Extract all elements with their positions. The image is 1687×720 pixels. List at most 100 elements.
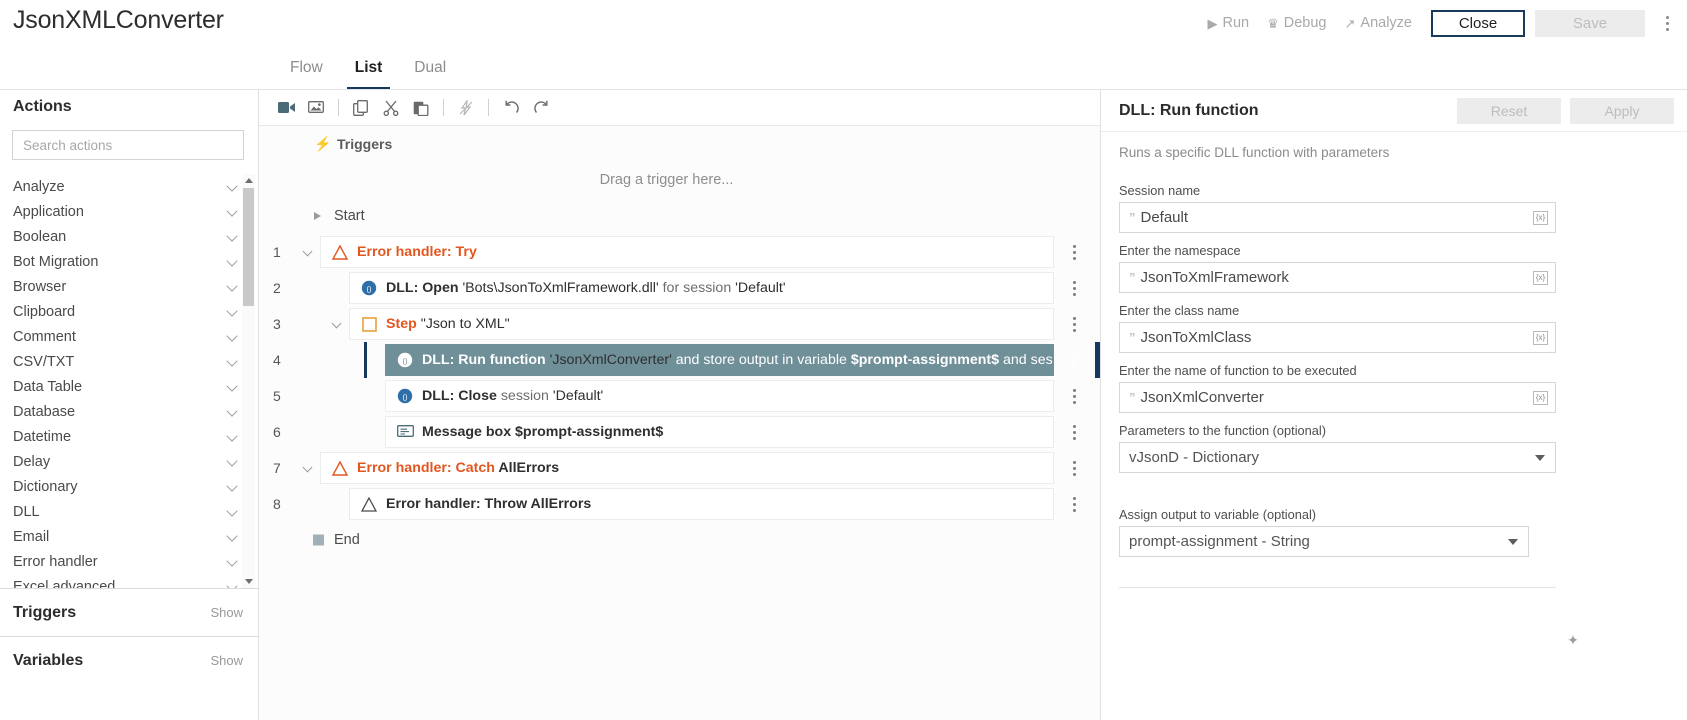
sidebar-item-csv-txt[interactable]: CSV/TXT: [0, 349, 259, 374]
tab-flow[interactable]: Flow: [274, 47, 339, 90]
collapse-toggle-icon[interactable]: [303, 247, 313, 257]
screenshot-icon[interactable]: [301, 94, 331, 122]
run-button[interactable]: ▶ Run: [1199, 11, 1259, 35]
redo-icon[interactable]: [526, 94, 556, 122]
table-row[interactable]: 4()DLL: Run function 'JsonXmlConverter' …: [273, 342, 1100, 378]
row-more-menu-icon[interactable]: [1066, 349, 1082, 371]
sidebar-item-excel-advanced[interactable]: Excel advanced: [0, 574, 259, 588]
scroll-down-icon[interactable]: [242, 575, 255, 588]
triggers-show-link[interactable]: Show: [210, 605, 243, 620]
record-icon[interactable]: [271, 94, 301, 122]
chevron-down-icon[interactable]: [228, 382, 237, 391]
sidebar-item-datetime[interactable]: Datetime: [0, 424, 259, 449]
save-button[interactable]: Save: [1535, 10, 1645, 37]
chevron-down-icon[interactable]: [228, 232, 237, 241]
function-name-input[interactable]: ”JsonXmlConverter{x}: [1119, 382, 1556, 413]
sidebar-item-analyze[interactable]: Analyze: [0, 174, 259, 199]
copy-icon[interactable]: [346, 94, 376, 122]
chevron-down-icon[interactable]: [228, 182, 237, 191]
search-actions-box[interactable]: [12, 130, 244, 160]
close-button[interactable]: Close: [1431, 10, 1525, 37]
tab-dual[interactable]: Dual: [398, 47, 462, 90]
insert-variable-icon[interactable]: {x}: [1533, 391, 1548, 405]
sidebar-scroll-thumb[interactable]: [243, 188, 254, 306]
chevron-down-icon[interactable]: [228, 307, 237, 316]
variables-show-link[interactable]: Show: [210, 653, 243, 668]
sidebar-item-clipboard[interactable]: Clipboard: [0, 299, 259, 324]
insert-variable-icon[interactable]: {x}: [1533, 331, 1548, 345]
sidebar-item-application[interactable]: Application: [0, 199, 259, 224]
chevron-down-icon[interactable]: [228, 357, 237, 366]
drag-trigger-dropzone[interactable]: Drag a trigger here...: [273, 162, 1100, 198]
step-body[interactable]: ()DLL: Open 'Bots\JsonToXmlFramework.dll…: [349, 272, 1054, 304]
chevron-down-icon[interactable]: [228, 557, 237, 566]
table-row[interactable]: 8Error handler: Throw AllErrors: [273, 486, 1100, 522]
chevron-down-icon[interactable]: [228, 532, 237, 541]
step-body[interactable]: Error handler: Catch AllErrors: [320, 452, 1054, 484]
sidebar-item-dictionary[interactable]: Dictionary: [0, 474, 259, 499]
sidebar-scrollbar[interactable]: [242, 174, 255, 588]
table-row[interactable]: 6Message box $prompt-assignment$: [273, 414, 1100, 450]
chevron-down-icon[interactable]: [1508, 539, 1518, 545]
sidebar-section-triggers[interactable]: Triggers Show: [0, 588, 259, 636]
chevron-down-icon[interactable]: [228, 457, 237, 466]
insert-variable-icon[interactable]: {x}: [1533, 271, 1548, 285]
undo-icon[interactable]: [496, 94, 526, 122]
session-name-input[interactable]: ”Default{x}: [1119, 202, 1556, 233]
assign-output-select[interactable]: prompt-assignment - String: [1119, 526, 1529, 557]
table-row[interactable]: 2()DLL: Open 'Bots\JsonToXmlFramework.dl…: [273, 270, 1100, 306]
step-body[interactable]: Step "Json to XML": [349, 308, 1054, 340]
paste-icon[interactable]: [406, 94, 436, 122]
sidebar-item-delay[interactable]: Delay: [0, 449, 259, 474]
tab-list[interactable]: List: [339, 47, 399, 90]
step-body[interactable]: Error handler: Try: [320, 236, 1054, 268]
parameters-select[interactable]: vJsonD - Dictionary: [1119, 442, 1556, 473]
chevron-down-icon[interactable]: [228, 257, 237, 266]
chevron-down-icon[interactable]: [228, 482, 237, 491]
chevron-down-icon[interactable]: [1535, 455, 1545, 461]
apply-button[interactable]: Apply: [1570, 98, 1674, 124]
step-body[interactable]: ()DLL: Run function 'JsonXmlConverter' a…: [385, 344, 1054, 376]
chevron-down-icon[interactable]: [228, 407, 237, 416]
disable-icon[interactable]: [451, 94, 481, 122]
chevron-down-icon[interactable]: [228, 332, 237, 341]
table-row[interactable]: 1Error handler: Try: [273, 234, 1100, 270]
step-body[interactable]: ()DLL: Close session 'Default': [385, 380, 1054, 412]
sidebar-item-data-table[interactable]: Data Table: [0, 374, 259, 399]
sidebar-item-bot-migration[interactable]: Bot Migration: [0, 249, 259, 274]
row-more-menu-icon[interactable]: [1066, 313, 1082, 335]
row-more-menu-icon[interactable]: [1066, 457, 1082, 479]
step-body[interactable]: Message box $prompt-assignment$: [385, 416, 1054, 448]
sidebar-item-error-handler[interactable]: Error handler: [0, 549, 259, 574]
debug-button[interactable]: ♛ Debug: [1258, 11, 1335, 35]
sidebar-item-dll[interactable]: DLL: [0, 499, 259, 524]
chevron-down-icon[interactable]: [228, 432, 237, 441]
row-more-menu-icon[interactable]: [1066, 421, 1082, 443]
row-more-menu-icon[interactable]: [1066, 385, 1082, 407]
sidebar-item-comment[interactable]: Comment: [0, 324, 259, 349]
analyze-button[interactable]: ↗ Analyze: [1336, 11, 1422, 35]
table-row[interactable]: 7Error handler: Catch AllErrors: [273, 450, 1100, 486]
row-more-menu-icon[interactable]: [1066, 493, 1082, 515]
scroll-up-icon[interactable]: [242, 174, 255, 187]
search-input[interactable]: [13, 131, 243, 159]
header-more-menu-icon[interactable]: [1659, 10, 1675, 36]
class-name-input[interactable]: ”JsonToXmlClass{x}: [1119, 322, 1556, 353]
sidebar-item-boolean[interactable]: Boolean: [0, 224, 259, 249]
chevron-down-icon[interactable]: [228, 507, 237, 516]
sidebar-section-variables[interactable]: Variables Show: [0, 636, 259, 684]
table-row[interactable]: 5()DLL: Close session 'Default': [273, 378, 1100, 414]
row-more-menu-icon[interactable]: [1066, 241, 1082, 263]
chevron-down-icon[interactable]: [228, 282, 237, 291]
table-row[interactable]: 3Step "Json to XML": [273, 306, 1100, 342]
cut-icon[interactable]: [376, 94, 406, 122]
reset-button[interactable]: Reset: [1457, 98, 1561, 124]
chevron-down-icon[interactable]: [228, 207, 237, 216]
step-body[interactable]: Error handler: Throw AllErrors: [349, 488, 1054, 520]
namespace-input[interactable]: ”JsonToXmlFramework{x}: [1119, 262, 1556, 293]
sidebar-item-browser[interactable]: Browser: [0, 274, 259, 299]
insert-variable-icon[interactable]: {x}: [1533, 211, 1548, 225]
sidebar-item-database[interactable]: Database: [0, 399, 259, 424]
sidebar-item-email[interactable]: Email: [0, 524, 259, 549]
row-more-menu-icon[interactable]: [1066, 277, 1082, 299]
